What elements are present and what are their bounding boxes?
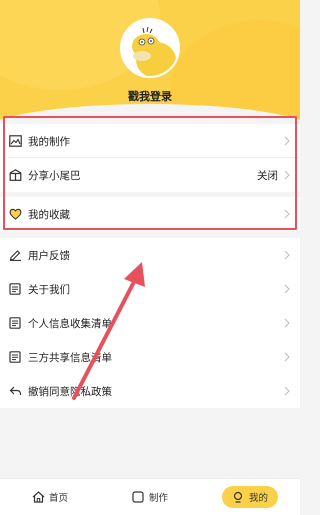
bottom-tab-bar: 首页 制作 我的 (0, 478, 300, 515)
tab-make-label: 制作 (148, 493, 168, 504)
tab-mine-active-pill: 我的 (221, 486, 278, 508)
tab-mine[interactable]: 我的 (200, 479, 300, 515)
tab-mine-label: 我的 (248, 493, 268, 504)
home-icon (32, 491, 45, 504)
tab-home[interactable]: 首页 (0, 479, 100, 515)
square-icon (132, 491, 145, 504)
tab-home-label: 首页 (48, 493, 68, 504)
annotation-arrow (72, 262, 145, 400)
user-icon (232, 491, 245, 504)
tab-make[interactable]: 制作 (100, 479, 200, 515)
